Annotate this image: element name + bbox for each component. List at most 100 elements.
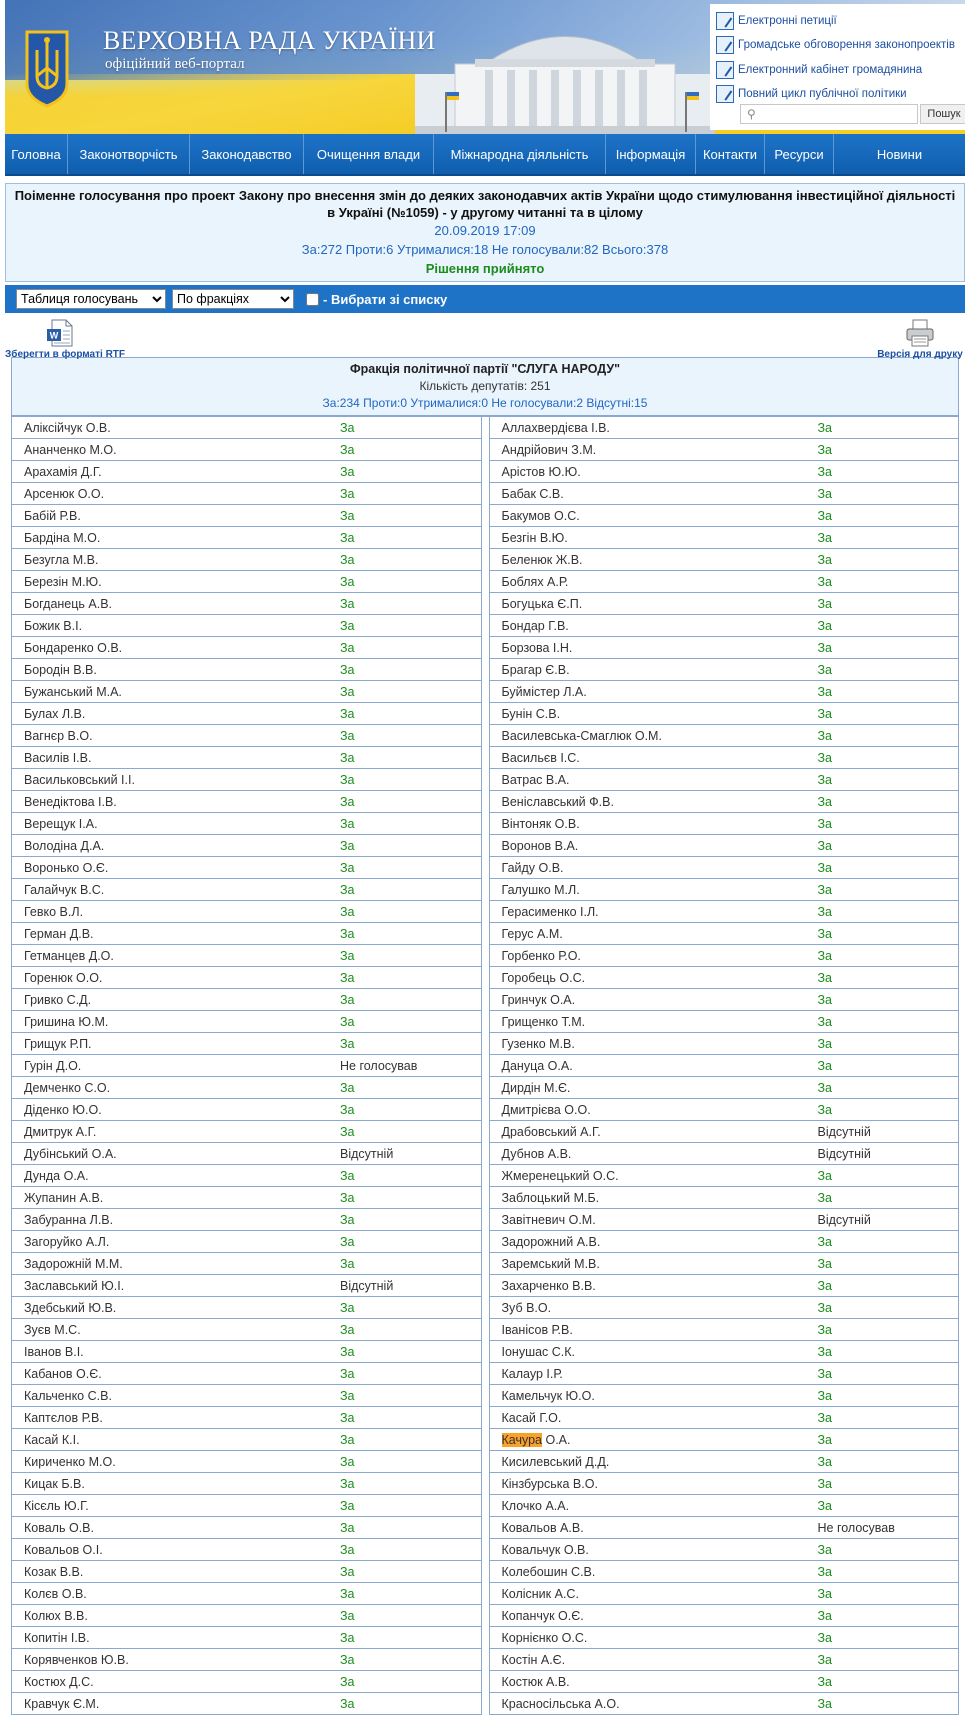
deputy-vote-result: За: [817, 1652, 833, 1667]
main-nav: Головна Законотворчість Законодавство Оч…: [5, 134, 965, 176]
deputy-vote-row: Арахамія Д.Г. За: [11, 461, 482, 483]
deputy-vote-result: За: [817, 684, 833, 699]
deputy-vote-row: Ананченко М.О. За: [11, 439, 482, 461]
deputy-vote-result: За: [340, 1366, 355, 1381]
search-button[interactable]: Пошук: [920, 104, 965, 124]
nav-item-lawmaking[interactable]: Законотворчість: [68, 134, 190, 174]
grouping-select[interactable]: По фракціях: [172, 289, 294, 309]
deputy-vote-result: За: [817, 530, 833, 545]
deputy-vote-result: За: [340, 1696, 355, 1711]
deputy-vote-result: За: [340, 772, 355, 787]
search-input[interactable]: [755, 105, 917, 123]
deputy-vote-row: Кінзбурська В.О. За: [488, 1473, 959, 1495]
deputy-vote-result: За: [340, 464, 355, 479]
deputy-name: Борзова І.Н.: [501, 640, 573, 655]
nav-item-home[interactable]: Головна: [5, 134, 68, 174]
quick-link-citizen-cabinet[interactable]: Електронний кабінет громадянина: [716, 61, 922, 79]
deputy-vote-result: За: [817, 970, 833, 985]
deputy-vote-result: За: [340, 420, 355, 435]
save-rtf-link[interactable]: W Зберегти в форматі RTF: [5, 319, 125, 360]
deputy-vote-row: Камельчук Ю.О. За: [488, 1385, 959, 1407]
deputy-vote-row: Костюх Д.С. За: [11, 1671, 482, 1693]
deputy-vote-row: Воронов В.А. За: [488, 835, 959, 857]
deputy-vote-row: Кальченко С.В. За: [11, 1385, 482, 1407]
nav-item-news[interactable]: Новини: [834, 134, 965, 174]
deputy-name: Воронько О.Є.: [24, 860, 109, 875]
deputy-vote-result: За: [340, 970, 355, 985]
faction-table: Фракція політичної партії "СЛУГА НАРОДУ"…: [11, 357, 959, 417]
deputy-name: Красносільська А.О.: [501, 1696, 620, 1711]
deputy-vote-row: Іванов В.І. За: [11, 1341, 482, 1363]
deputy-vote-row: Булах Л.В. За: [11, 703, 482, 725]
deputy-vote-result: За: [817, 1586, 833, 1601]
deputy-vote-row: Ковальов А.В. Не голосував: [488, 1517, 959, 1539]
deputy-vote-row: Колєв О.В. За: [11, 1583, 482, 1605]
deputy-name: Іванісов Р.В.: [501, 1322, 573, 1337]
deputy-vote-row: Венедіктова І.В. За: [11, 791, 482, 813]
deputy-vote-result: За: [817, 1256, 833, 1271]
view-mode-select[interactable]: Таблиця голосувань: [16, 289, 166, 309]
deputy-vote-row: Кицак Б.В. За: [11, 1473, 482, 1495]
deputy-vote-result: За: [340, 1102, 355, 1117]
deputy-vote-result: За: [817, 1388, 833, 1403]
deputy-name: Дубінський О.А.: [24, 1146, 117, 1161]
deputy-name: Гринчук О.А.: [501, 992, 576, 1007]
deputy-vote-row: Ковальов О.І. За: [11, 1539, 482, 1561]
deputy-vote-row: Безугла М.В. За: [11, 549, 482, 571]
deputy-vote-row: Копанчук О.Є. За: [488, 1605, 959, 1627]
quick-link-petitions[interactable]: Електронні петиції: [716, 12, 837, 30]
deputy-vote-result: За: [817, 1344, 833, 1359]
deputy-vote-row: Беленюк Ж.В. За: [488, 549, 959, 571]
deputy-vote-result: За: [340, 706, 355, 721]
deputy-vote-result: За: [340, 926, 355, 941]
deputy-name: Захарченко В.В.: [501, 1278, 596, 1293]
nav-item-resources[interactable]: Ресурси: [765, 134, 834, 174]
deputy-vote-result: За: [340, 728, 355, 743]
deputy-vote-row: Загоруйко А.Л. За: [11, 1231, 482, 1253]
coat-of-arms-icon[interactable]: [23, 28, 71, 108]
deputy-vote-row: Ватрас В.А. За: [488, 769, 959, 791]
deputy-vote-row: Гринчук О.А. За: [488, 989, 959, 1011]
deputy-vote-row: Богуцька Є.П. За: [488, 593, 959, 615]
deputy-vote-row: Дануца О.А. За: [488, 1055, 959, 1077]
deputy-vote-result: За: [340, 1652, 355, 1667]
select-from-list-checkbox[interactable]: [306, 292, 319, 306]
nav-item-legislation[interactable]: Законодавство: [190, 134, 304, 174]
deputy-name: Каптєлов Р.В.: [24, 1410, 103, 1425]
nav-item-international[interactable]: Міжнародна діяльність: [434, 134, 606, 174]
nav-item-contacts[interactable]: Контакти: [696, 134, 765, 174]
deputy-vote-row: Володіна Д.А. За: [11, 835, 482, 857]
deputy-vote-row: Колісник А.С. За: [488, 1583, 959, 1605]
deputy-vote-result: За: [340, 1080, 355, 1095]
deputy-vote-row: Галайчук В.С. За: [11, 879, 482, 901]
deputy-vote-result: За: [340, 508, 355, 523]
deputy-vote-result: За: [817, 1674, 833, 1689]
deputy-vote-result: За: [817, 1476, 833, 1491]
print-version-link[interactable]: Версія для друку: [875, 319, 965, 360]
quick-link-public-discussion[interactable]: Громадське обговорення законопроектів: [716, 36, 955, 54]
deputy-vote-result: За: [817, 420, 833, 435]
deputy-name: Ковальов А.В.: [501, 1520, 584, 1535]
quick-link-policy-cycle[interactable]: Повний цикл публічної політики: [716, 85, 907, 103]
edit-checkbox-icon: [716, 85, 734, 103]
deputy-vote-row: Гришина Ю.М. За: [11, 1011, 482, 1033]
deputy-vote-row: Герман Д.В. За: [11, 923, 482, 945]
deputy-vote-result: За: [340, 860, 355, 875]
deputy-name: Гришина Ю.М.: [24, 1014, 109, 1029]
deputy-name: Дирдін М.Є.: [501, 1080, 571, 1095]
site-title[interactable]: ВЕРХОВНА РАДА УКРАЇНИ: [103, 26, 435, 56]
deputy-vote-row: Демченко С.О. За: [11, 1077, 482, 1099]
deputy-name: Гурін Д.О.: [24, 1058, 82, 1073]
deputy-vote-row: Калаур І.Р. За: [488, 1363, 959, 1385]
deputy-name: Костюк А.В.: [501, 1674, 570, 1689]
deputy-vote-row: Костюк А.В. За: [488, 1671, 959, 1693]
nav-item-information[interactable]: Інформація: [606, 134, 696, 174]
deputy-vote-row: Жмеренецький О.С. За: [488, 1165, 959, 1187]
deputy-vote-result: За: [817, 728, 833, 743]
deputy-vote-result: За: [340, 948, 355, 963]
deputy-name: Костюх Д.С.: [24, 1674, 94, 1689]
nav-item-lustration[interactable]: Очищення влади: [304, 134, 434, 174]
deputy-name: Дмитрієва О.О.: [501, 1102, 591, 1117]
deputy-vote-result: Відсутній: [340, 1278, 394, 1293]
deputy-vote-result: За: [817, 1630, 833, 1645]
